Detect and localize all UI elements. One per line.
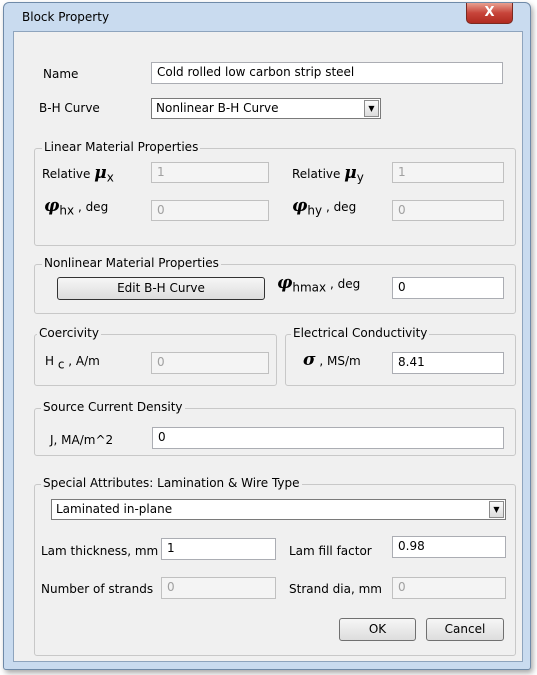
hc-unit: , A/m xyxy=(68,354,100,368)
name-input[interactable]: Cold rolled low carbon strip steel xyxy=(151,62,503,84)
mu-y-label: Relative μy xyxy=(292,163,364,184)
dialog-title: Block Property xyxy=(22,10,110,24)
coercivity-input[interactable]: 0 xyxy=(151,352,269,374)
mu-x-prefix: Relative xyxy=(42,167,91,181)
phi-hx-sub: hx xyxy=(59,203,75,218)
strand-dia-input[interactable]: 0 xyxy=(392,577,506,599)
sigma-unit: , MS/m xyxy=(319,354,361,368)
phi-hy-label: φhy , deg xyxy=(292,196,356,217)
phi-symbol: φ xyxy=(44,196,60,216)
h-symbol: H xyxy=(45,354,55,368)
close-button[interactable]: X xyxy=(466,3,513,24)
name-label: Name xyxy=(43,67,79,81)
chevron-down-icon[interactable]: ▼ xyxy=(489,501,504,518)
strand-dia-label: Strand dia, mm xyxy=(289,582,382,596)
sigma-label: σ , MS/m xyxy=(303,350,361,370)
strands-input[interactable]: 0 xyxy=(161,577,276,599)
phi-hx-unit: , deg xyxy=(77,200,109,214)
source-current-title: Source Current Density xyxy=(41,400,185,414)
lamination-type-select[interactable]: Laminated in-plane ▼ xyxy=(51,499,506,520)
special-attributes-title: Special Attributes: Lamination & Wire Ty… xyxy=(41,476,302,490)
mu-x-input[interactable]: 1 xyxy=(151,162,269,183)
dialog-body: Name Cold rolled low carbon strip steel … xyxy=(13,31,523,662)
phi-hy-unit: , deg xyxy=(325,200,357,214)
conductivity-title: Electrical Conductivity xyxy=(291,326,430,340)
mu-symbol-y: μ xyxy=(344,163,357,183)
chevron-down-icon[interactable]: ▼ xyxy=(364,100,379,117)
phi-hmax-unit: , deg xyxy=(329,277,361,291)
block-property-dialog: Block Property X Name Cold rolled low ca… xyxy=(3,2,531,670)
h-sub: c xyxy=(57,357,65,372)
sigma-symbol: σ xyxy=(303,350,316,370)
cancel-button[interactable]: Cancel xyxy=(426,618,504,641)
mu-y-sub: y xyxy=(356,170,364,185)
lam-thickness-input[interactable]: 1 xyxy=(161,538,276,560)
ok-button[interactable]: OK xyxy=(339,618,416,641)
bh-curve-label: B-H Curve xyxy=(39,101,100,115)
phi-hy-sub: hy xyxy=(307,203,323,218)
conductivity-input[interactable]: 8.41 xyxy=(392,352,504,374)
phi-hx-input[interactable]: 0 xyxy=(151,200,269,221)
lam-fill-input[interactable]: 0.98 xyxy=(392,536,506,558)
lam-fill-label: Lam fill factor xyxy=(289,544,372,558)
mu-y-prefix: Relative xyxy=(292,167,341,181)
bh-curve-select[interactable]: Nonlinear B-H Curve ▼ xyxy=(151,98,381,119)
lam-thickness-label: Lam thickness, mm xyxy=(41,544,159,558)
mu-symbol: μ xyxy=(94,163,107,183)
coercivity-title: Coercivity xyxy=(37,326,101,340)
strands-label: Number of strands xyxy=(41,582,154,596)
mu-y-input[interactable]: 1 xyxy=(392,162,504,183)
phi-hy-input[interactable]: 0 xyxy=(392,200,504,221)
phi-hmax-input[interactable]: 0 xyxy=(392,277,504,299)
mu-x-sub: x xyxy=(106,170,114,185)
lamination-type-value: Laminated in-plane xyxy=(56,502,173,516)
mu-x-label: Relative μx xyxy=(42,163,114,184)
nonlinear-properties-title: Nonlinear Material Properties xyxy=(42,256,221,270)
phi-symbol-y: φ xyxy=(292,196,308,216)
hc-label: H c , A/m xyxy=(45,354,100,371)
phi-symbol-hmax: φ xyxy=(277,273,293,293)
phi-hmax-sub: hmax xyxy=(292,280,327,295)
source-current-input[interactable]: 0 xyxy=(152,427,504,449)
linear-properties-title: Linear Material Properties xyxy=(42,140,201,154)
title-bar[interactable]: Block Property X xyxy=(4,3,530,31)
source-current-label: J, MA/m^2 xyxy=(50,433,114,447)
phi-hmax-label: φhmax , deg xyxy=(277,273,360,294)
edit-bh-curve-button[interactable]: Edit B-H Curve xyxy=(57,277,265,300)
bh-curve-value: Nonlinear B-H Curve xyxy=(156,101,279,115)
close-icon: X xyxy=(484,5,495,20)
phi-hx-label: φhx , deg xyxy=(44,196,108,217)
